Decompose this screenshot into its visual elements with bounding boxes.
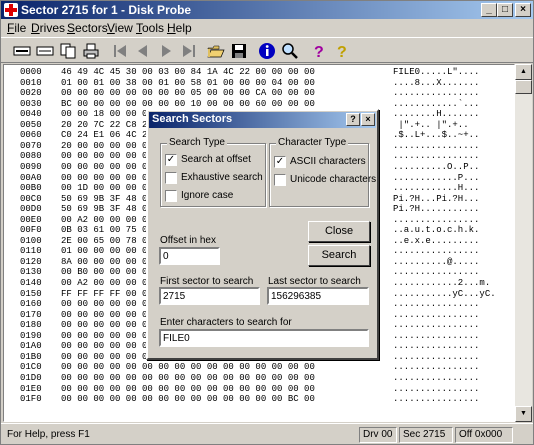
print-icon[interactable] — [80, 40, 102, 62]
help-icon[interactable]: ? — [308, 40, 330, 62]
search-button[interactable]: Search — [308, 245, 370, 266]
search-sectors-dialog: Search Sectors ? × Search Type ✓ Search … — [146, 109, 379, 360]
disk-probe-window: Sector 2715 for 1 - Disk Probe _ □ × Fil… — [0, 0, 534, 445]
status-sector: Sec 2715 — [399, 427, 453, 443]
exhaustive-search-checkbox[interactable] — [165, 172, 177, 184]
offset-label: Offset in hex — [160, 235, 216, 246]
character-type-group: Character Type ✓ ASCII characters Unicod… — [269, 137, 376, 207]
dialog-title-bar[interactable]: Search Sectors ? × — [149, 112, 376, 128]
context-help-icon[interactable]: ? — [331, 40, 353, 62]
dialog-title: Search Sectors — [152, 113, 233, 125]
info-icon[interactable] — [256, 40, 278, 62]
hex-row-ascii[interactable]: ................ — [393, 393, 479, 405]
dialog-help-button[interactable]: ? — [346, 113, 360, 126]
menu-drives[interactable]: Drives — [31, 21, 65, 35]
title-bar[interactable]: Sector 2715 for 1 - Disk Probe _ □ × — [1, 1, 533, 19]
search-type-group: Search Type ✓ Search at offset Exhaustiv… — [160, 137, 266, 207]
close-button[interactable]: Close — [308, 221, 370, 242]
close-window-button[interactable]: × — [515, 3, 531, 17]
menu-tools[interactable]: Tools — [136, 21, 164, 35]
character-type-label: Character Type — [276, 137, 349, 148]
first-sector-input[interactable] — [159, 287, 260, 305]
svg-text:?: ? — [337, 44, 347, 60]
open-icon[interactable] — [205, 40, 227, 62]
dialog-close-button[interactable]: × — [361, 113, 375, 126]
minimize-button[interactable]: _ — [481, 3, 497, 17]
scroll-down-button[interactable]: ▼ — [515, 406, 532, 422]
maximize-button[interactable]: □ — [497, 3, 513, 17]
next-sector-icon[interactable] — [155, 40, 177, 62]
app-icon — [4, 3, 18, 17]
search-icon[interactable] — [279, 40, 301, 62]
scroll-up-button[interactable]: ▲ — [515, 64, 532, 80]
unicode-label: Unicode characters — [290, 174, 377, 185]
last-sector-icon[interactable] — [178, 40, 200, 62]
menu-bar: File Drives Sectors View Tools Help — [1, 19, 533, 37]
svg-text:?: ? — [314, 44, 324, 60]
offset-input[interactable] — [159, 247, 220, 265]
toolbar: ? ? — [1, 37, 533, 63]
menu-help[interactable]: Help — [167, 21, 192, 35]
status-drive: Drv 00 — [359, 427, 397, 443]
menu-file[interactable]: File — [7, 21, 26, 35]
ignore-case-label: Ignore case — [181, 190, 234, 201]
write-icon[interactable] — [34, 40, 56, 62]
hex-row[interactable]: 01F0 00 00 00 00 00 00 00 00 00 00 00 00 … — [4, 393, 514, 405]
search-at-offset-label: Search at offset — [181, 154, 251, 165]
copy-icon[interactable] — [57, 40, 79, 62]
menu-sectors[interactable]: Sectors — [67, 21, 108, 35]
ignore-case-checkbox[interactable] — [165, 190, 177, 202]
search-chars-label: Enter characters to search for — [160, 317, 292, 328]
window-title: Sector 2715 for 1 - Disk Probe — [21, 3, 192, 17]
search-at-offset-checkbox[interactable]: ✓ — [165, 154, 177, 166]
status-help: For Help, press F1 — [7, 429, 90, 440]
ascii-label: ASCII characters — [290, 156, 366, 167]
exhaustive-search-label: Exhaustive search — [181, 172, 263, 183]
search-type-label: Search Type — [167, 137, 227, 148]
search-chars-input[interactable] — [159, 329, 369, 347]
status-offset: Off 0x000 — [455, 427, 513, 443]
unicode-checkbox[interactable] — [274, 174, 286, 186]
last-sector-label: Last sector to search — [268, 276, 361, 287]
first-sector-label: First sector to search — [160, 276, 254, 287]
hex-row-offset: 01F0 — [20, 394, 42, 405]
ascii-checkbox[interactable]: ✓ — [274, 156, 286, 168]
save-icon[interactable] — [228, 40, 250, 62]
first-sector-icon[interactable] — [109, 40, 131, 62]
last-sector-input[interactable] — [267, 287, 369, 305]
previous-sector-icon[interactable] — [132, 40, 154, 62]
menu-view[interactable]: View — [107, 21, 133, 35]
hex-row-bytes[interactable]: 00 00 00 00 00 00 00 00 00 00 00 00 00 0… — [61, 393, 315, 405]
status-bar: For Help, press F1 Drv 00 Sec 2715 Off 0… — [1, 423, 533, 444]
vertical-scrollbar[interactable]: ▲ ▼ — [515, 64, 532, 422]
scroll-thumb[interactable] — [515, 80, 532, 94]
read-icon[interactable] — [11, 40, 33, 62]
